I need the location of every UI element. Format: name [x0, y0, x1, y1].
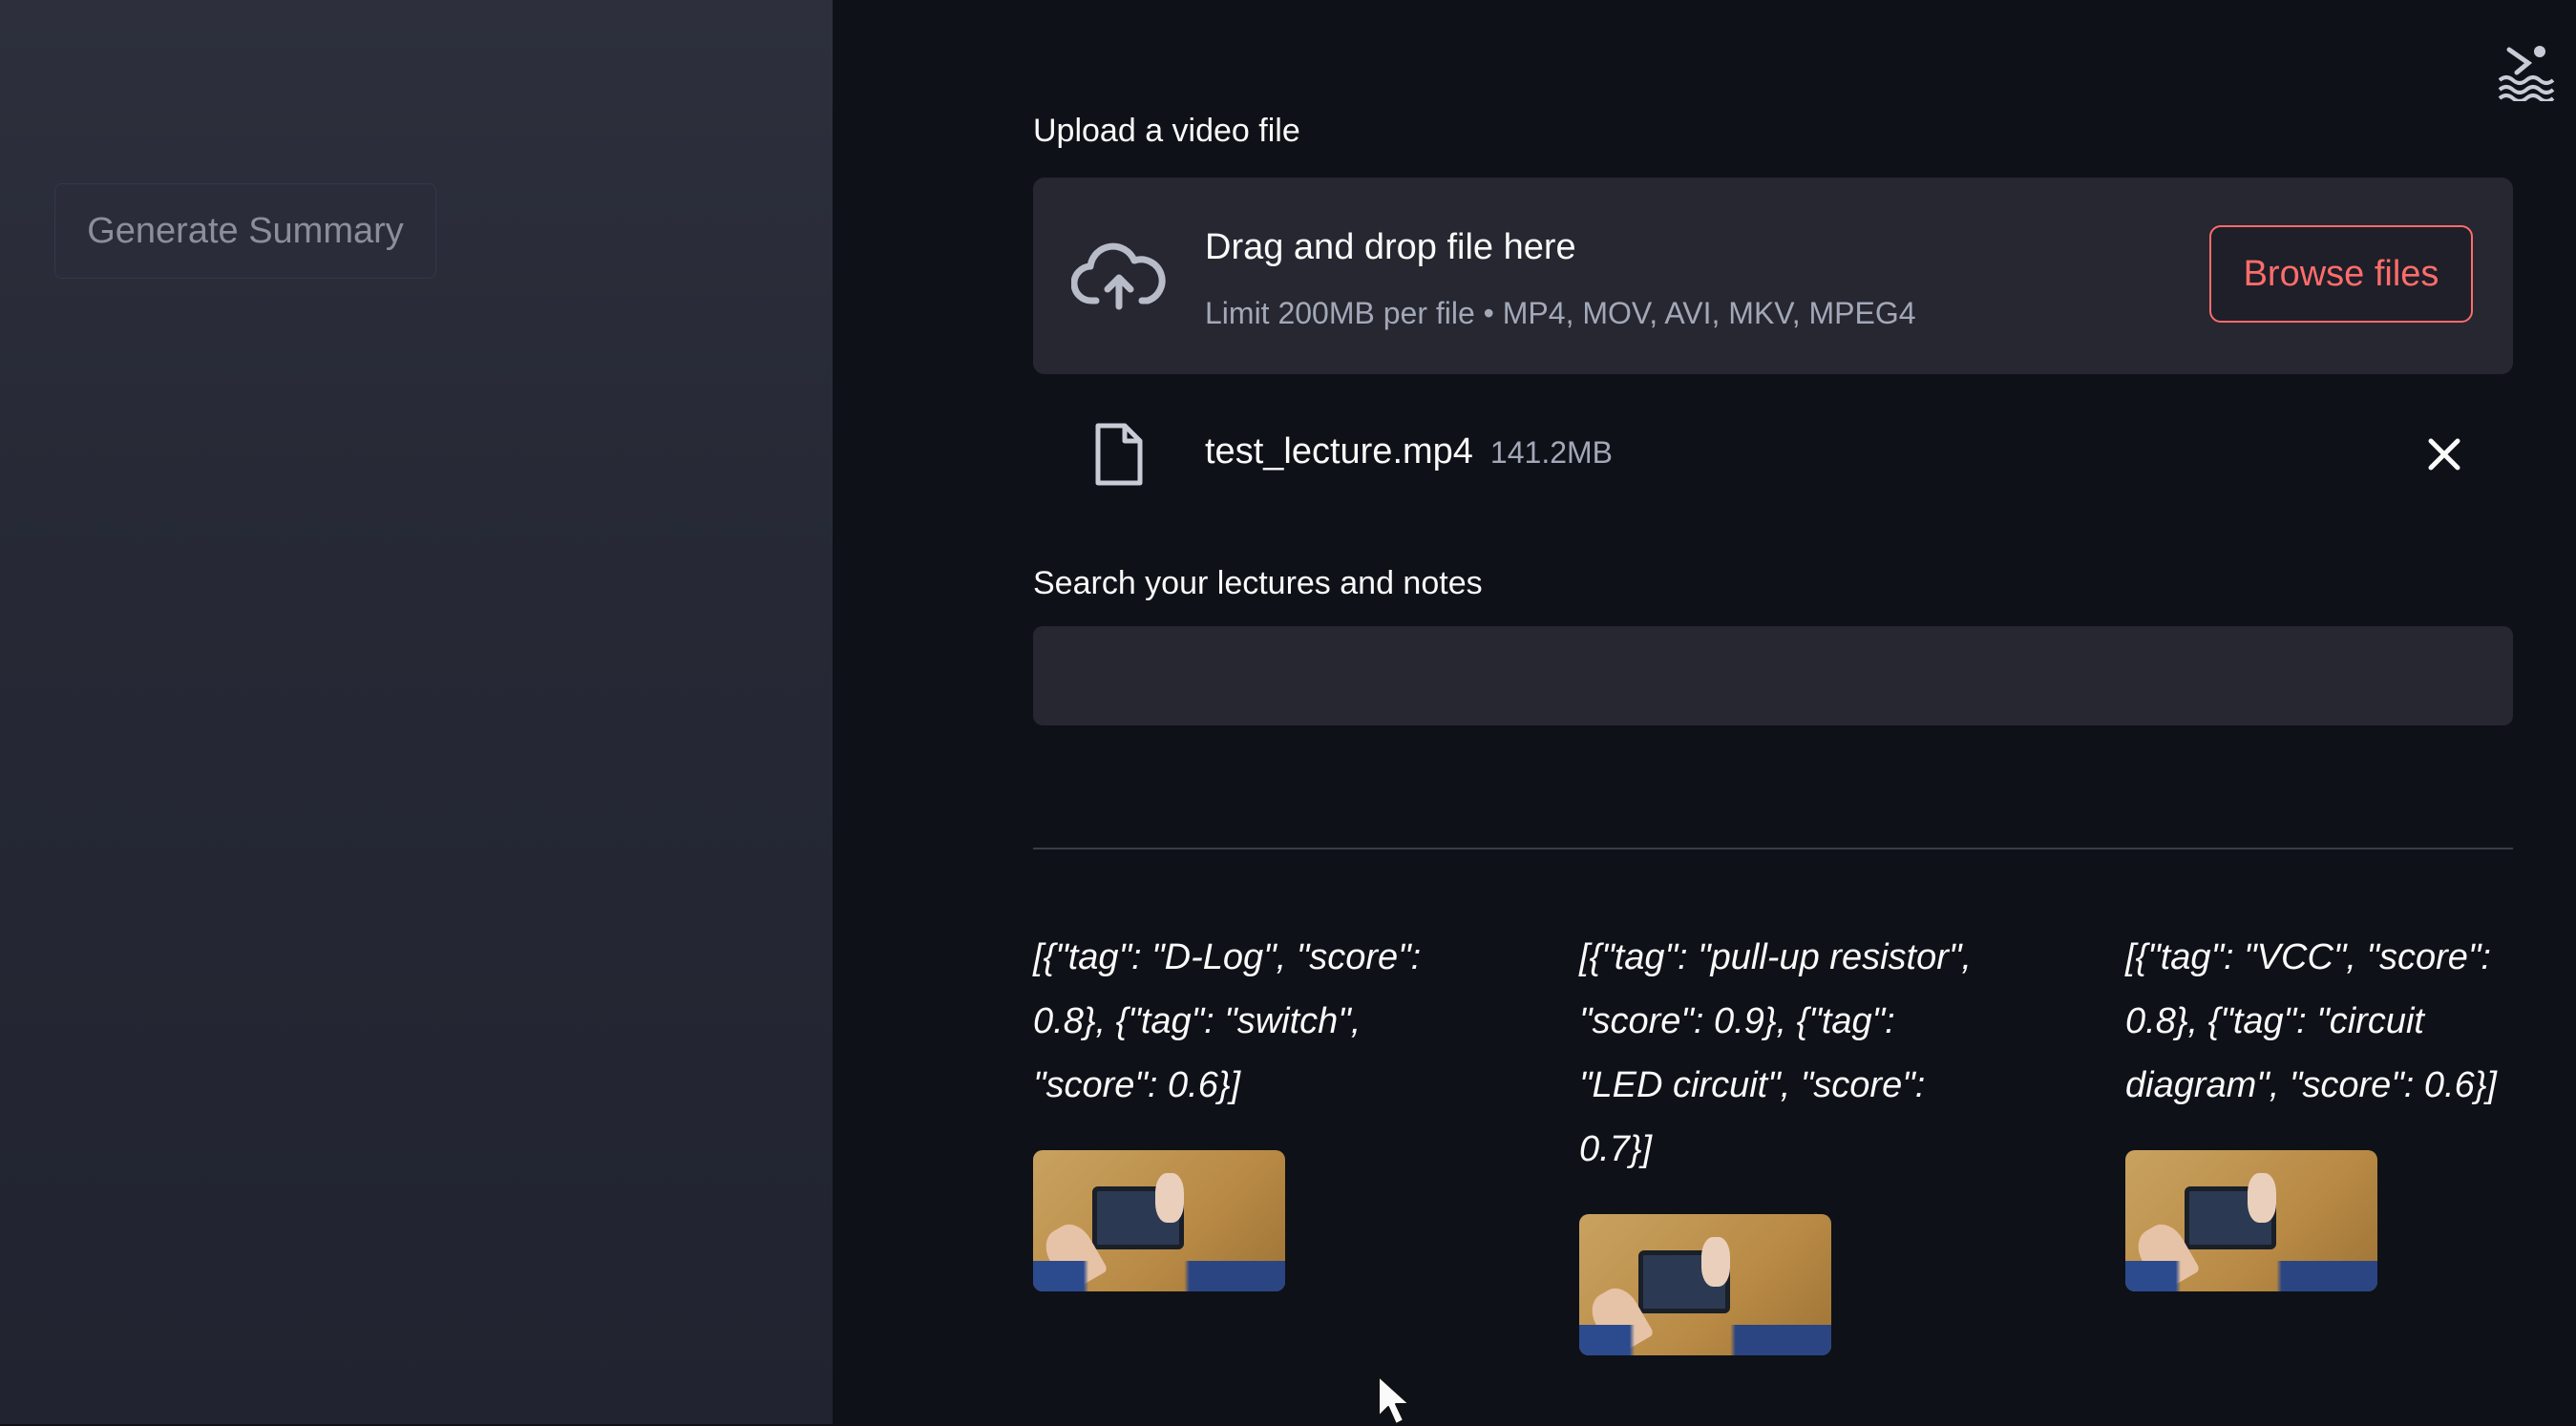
mouse-cursor-icon — [1378, 1375, 1410, 1425]
main-content: Upload a video file Drag and drop file h… — [833, 0, 2576, 1424]
result-tags-text: [{"tag": "VCC", "score": 0.8}, {"tag": "… — [2125, 937, 2497, 1105]
swimmer-icon[interactable] — [2496, 40, 2557, 101]
generate-summary-button[interactable]: Generate Summary — [54, 183, 436, 279]
video-thumbnail[interactable] — [2125, 1150, 2377, 1291]
uploaded-file-row: test_lecture.mp4 141.2MB — [1033, 409, 2513, 504]
result-tags-text: [{"tag": "D-Log", "score": 0.8}, {"tag":… — [1033, 937, 1422, 1105]
search-label: Search your lectures and notes — [1033, 565, 1483, 601]
result-tags-text: [{"tag": "pull-up resistor", "score": 0.… — [1579, 937, 1972, 1169]
dropzone-subtitle: Limit 200MB per file • MP4, MOV, AVI, MK… — [1205, 296, 1916, 330]
file-dropzone[interactable]: Drag and drop file here Limit 200MB per … — [1033, 178, 2513, 374]
video-thumbnail[interactable] — [1033, 1150, 1285, 1291]
result-card: [{"tag": "VCC", "score": 0.8}, {"tag": "… — [2125, 926, 2526, 1291]
video-thumbnail[interactable] — [1579, 1214, 1831, 1355]
close-icon[interactable] — [2423, 433, 2465, 475]
cloud-upload-icon — [1071, 242, 1166, 310]
result-card: [{"tag": "D-Log", "score": 0.8}, {"tag":… — [1033, 926, 1434, 1291]
dropzone-title: Drag and drop file here — [1205, 227, 1576, 267]
file-name-wrapper: test_lecture.mp4 141.2MB — [1205, 431, 1613, 472]
file-size: 141.2MB — [1489, 435, 1613, 470]
result-card: [{"tag": "pull-up resistor", "score": 0.… — [1579, 926, 1980, 1355]
divider — [1033, 848, 2513, 849]
sidebar: Generate Summary — [0, 0, 833, 1424]
upload-label: Upload a video file — [1033, 113, 1300, 149]
search-input[interactable] — [1033, 626, 2513, 725]
file-icon — [1095, 423, 1143, 486]
browse-files-button[interactable]: Browse files — [2209, 225, 2473, 323]
file-name: test_lecture.mp4 — [1205, 431, 1473, 472]
